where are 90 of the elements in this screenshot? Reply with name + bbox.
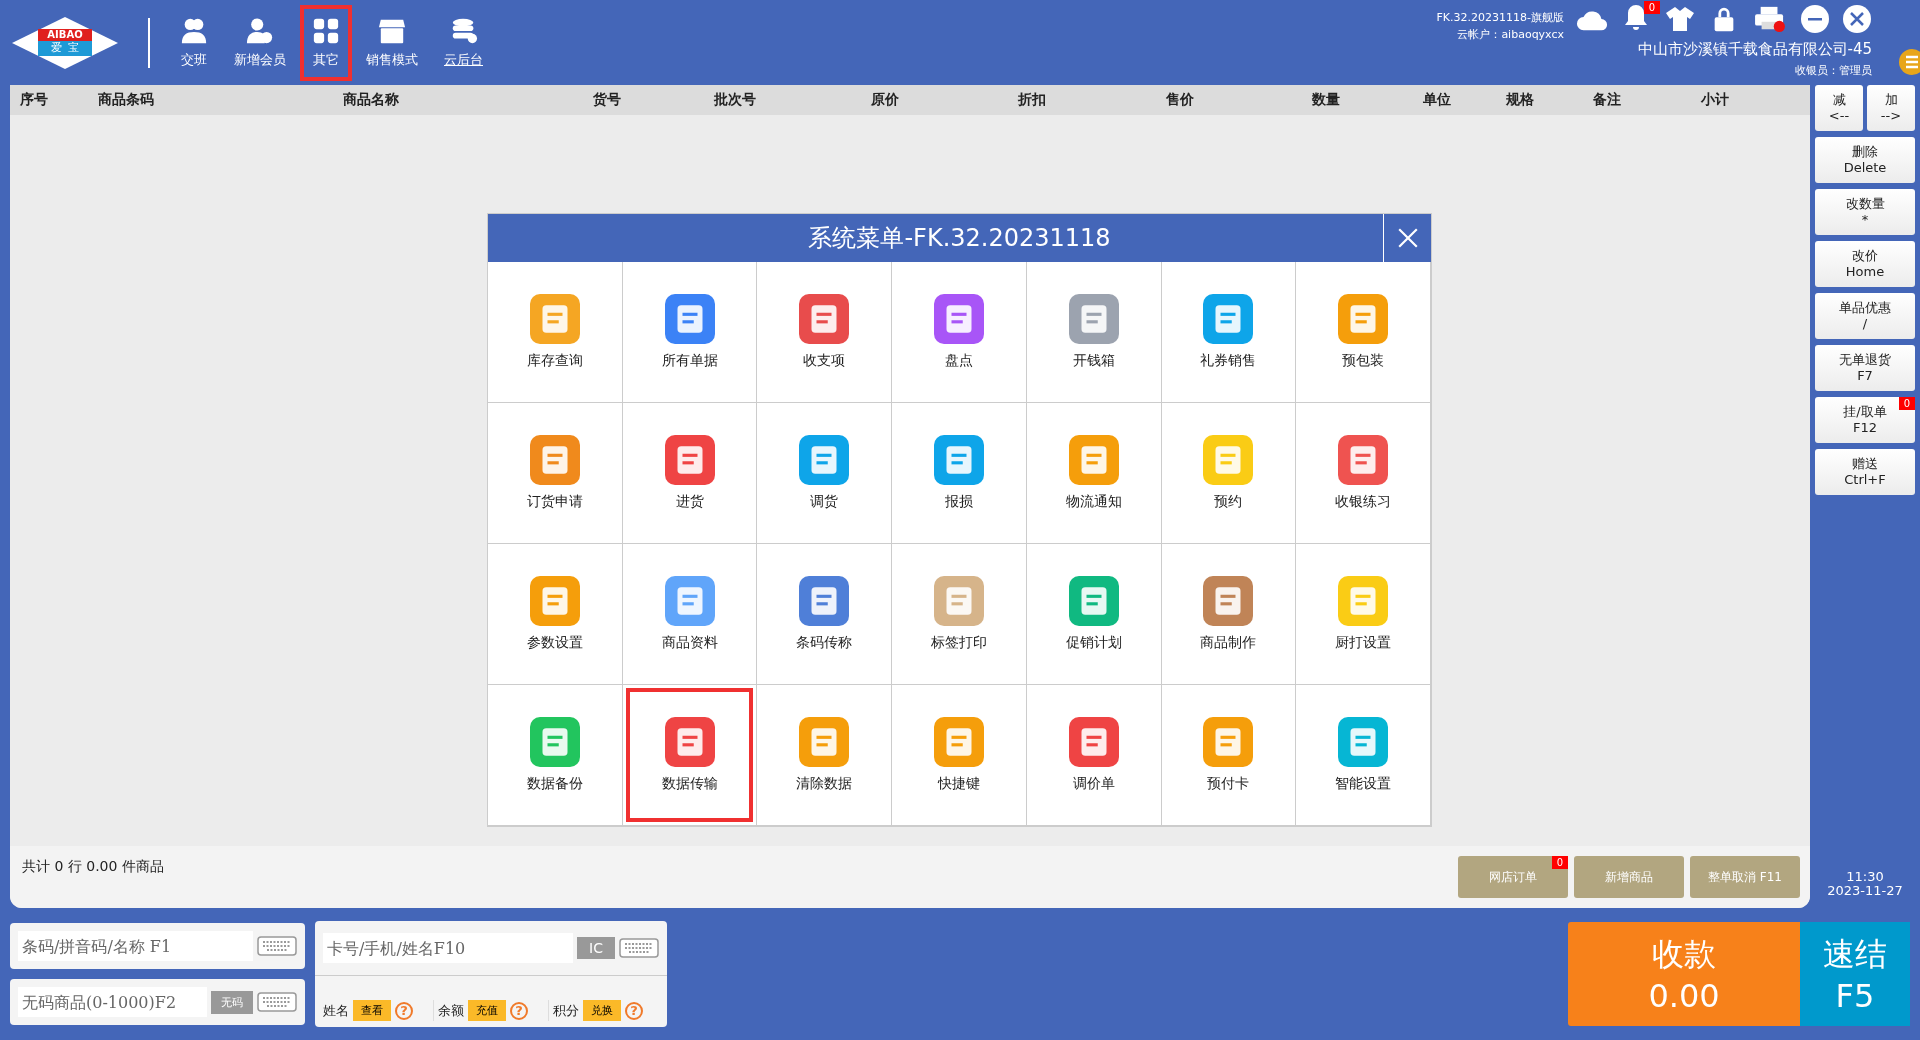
app-tile-icon (1203, 294, 1254, 344)
member-info-label: 余额 (438, 1001, 464, 1020)
app-tile-icon (934, 294, 984, 344)
member-info-label: 积分 (553, 1001, 579, 1020)
app-tile-icon (1203, 717, 1254, 767)
app-tile-icon (1068, 717, 1119, 767)
app-tile-icon (799, 435, 850, 485)
member-action-button[interactable]: 查看 (353, 1000, 391, 1021)
date-text: 2023-11-27 (1827, 884, 1903, 898)
app-tile-icon (529, 576, 580, 626)
side-button[interactable]: 单品优惠 / (1815, 293, 1915, 339)
side-button[interactable]: 挂/取单 F12 0 (1815, 397, 1915, 443)
toolbar-button[interactable]: 新增会员 (222, 4, 298, 81)
column-header: 规格 (1505, 91, 1535, 109)
users-icon (180, 16, 208, 45)
increase-button[interactable]: 加 --> (1867, 85, 1915, 131)
toolbar-button[interactable]: 其它 (300, 4, 352, 81)
member-action-button[interactable]: 充值 (468, 1000, 506, 1021)
side-button[interactable]: 改数量 * (1815, 189, 1915, 235)
app-tile-icon (934, 435, 984, 485)
app-tile-icon (1338, 435, 1389, 485)
barcode-field[interactable]: 条码/拼音码/名称 F1 (10, 923, 305, 969)
app-tile-icon (664, 294, 715, 344)
side-button[interactable]: 赠送 Ctrl+F (1815, 449, 1915, 495)
grid-icon (312, 16, 340, 45)
side-button[interactable]: 无单退货 F7 (1815, 345, 1915, 391)
app-tile-icon (1203, 576, 1254, 626)
printer-error-icon[interactable] (1752, 5, 1788, 33)
column-header: 批次号 (713, 91, 757, 109)
count-badge: 0 (1551, 856, 1568, 869)
side-button[interactable]: 改价 Home (1815, 241, 1915, 287)
app-tile-icon (1068, 576, 1119, 626)
app-tile-icon (529, 717, 580, 767)
keyboard-icon[interactable] (257, 935, 297, 957)
cashier-text: 收银员：管理员 (1795, 63, 1872, 78)
app-tile-icon (529, 294, 580, 344)
user-check-icon (246, 16, 274, 45)
toolbar-button[interactable]: 云后台 (432, 4, 495, 81)
app-tile-icon (529, 435, 580, 485)
menu-icon[interactable] (1898, 48, 1920, 76)
toolbar-button[interactable]: 交班 (168, 4, 220, 81)
column-header: 单位 (1422, 91, 1452, 109)
decrease-button[interactable]: 减 <-- (1815, 85, 1863, 131)
app-tile-icon (934, 717, 984, 767)
column-header: 商品名称 (342, 91, 400, 109)
app-tile-icon (1068, 294, 1119, 344)
column-header: 售价 (1165, 91, 1195, 109)
close-icon (1396, 227, 1419, 249)
app-tile-icon (1338, 576, 1389, 626)
app-tile-icon (664, 717, 715, 767)
app-tile-icon (664, 435, 715, 485)
member-action-button[interactable]: 兑换 (583, 1000, 621, 1021)
app-tile-icon (1338, 717, 1389, 767)
minimize-icon[interactable] (1800, 4, 1830, 34)
keyboard-icon[interactable] (257, 991, 297, 1013)
app-tile-icon (664, 576, 715, 626)
column-header: 原价 (870, 91, 900, 109)
app-tile-icon (799, 717, 850, 767)
close-icon[interactable] (1842, 4, 1872, 34)
column-header: 序号 (19, 91, 49, 109)
notification-badge: 0 (1643, 1, 1660, 14)
column-header: 备注 (1592, 91, 1622, 109)
column-header: 折扣 (1017, 91, 1047, 109)
member-info-label: 姓名 (323, 1001, 349, 1020)
app-tile-icon (1068, 435, 1119, 485)
app-tile-icon (799, 294, 850, 344)
app-tile-icon (1338, 294, 1389, 344)
version-text: FK.32.20231118-旗舰版 (1436, 10, 1564, 25)
cloud-account-text: 云帐户：aibaoqyxcx (1457, 27, 1564, 42)
time-text: 11:30 (1846, 870, 1884, 884)
logo-diamond-icon (10, 14, 120, 71)
logo-text: 爱 宝 (49, 40, 81, 55)
logo-text: AIBAO (46, 28, 84, 41)
app-tile-icon (799, 576, 850, 626)
footer-button[interactable]: 网店订单 0 (1458, 856, 1568, 898)
toolbar-button[interactable]: 销售模式 (354, 4, 430, 81)
column-header: 货号 (592, 91, 622, 109)
keyboard-icon[interactable] (619, 937, 659, 959)
column-header: 数量 (1311, 91, 1341, 109)
app-tile-icon (934, 576, 984, 626)
app-tile-icon (1203, 435, 1254, 485)
summary-text: 共计 0 行 0.00 件商品 (22, 858, 164, 876)
side-button[interactable]: 删除 Delete (1815, 137, 1915, 183)
count-badge: 0 (1898, 397, 1915, 410)
menu-item[interactable]: 智能设置 (1295, 684, 1431, 826)
dialog-title: 系统菜单-FK.32.20231118 (808, 223, 1111, 254)
column-header: 商品条码 (97, 91, 155, 109)
company-name: 中山市沙溪镇千载食品有限公司-45 (1637, 40, 1872, 59)
column-header: 小计 (1700, 91, 1730, 109)
shirt-icon[interactable] (1664, 5, 1696, 33)
